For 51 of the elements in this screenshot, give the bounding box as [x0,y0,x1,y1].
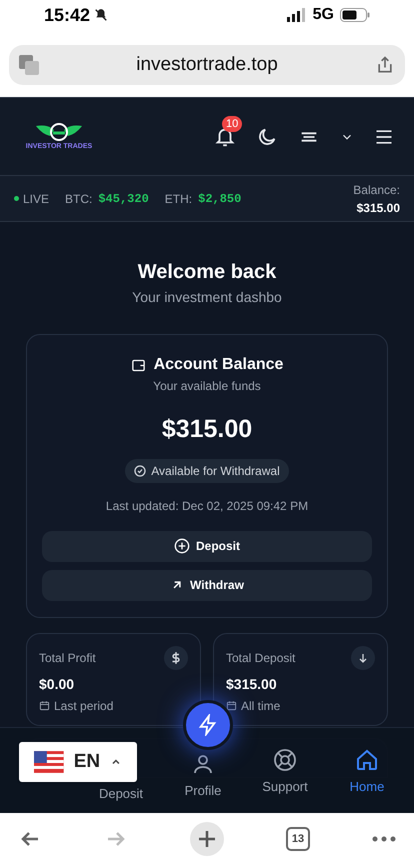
tab-count-button[interactable]: 13 [286,827,310,851]
stat-period: All time [241,698,280,714]
battery-icon [340,8,370,22]
nav-tab[interactable]: Support [244,748,326,796]
calendar-icon [39,700,50,711]
balance-amount: $315.00 [162,414,252,445]
clock-time: 15:42 [44,4,90,26]
balance-value: $315.00 [356,200,400,216]
withdrawal-badge: Available for Withdrawal [125,458,289,482]
new-tab-icon[interactable] [190,822,224,856]
lightning-icon [197,714,219,736]
home-icon [355,748,379,772]
last-updated-text: Last updated: Dec 02, 2025 09:42 PM [106,498,308,514]
more-icon[interactable] [372,836,396,842]
btc-price: $45,320 [98,190,149,208]
url-text: investortrade.top [136,52,278,77]
live-label: LIVE [23,190,50,208]
card-subtitle: Your available funds [153,378,261,395]
eth-label: ETH: [164,190,192,208]
signal-icon [286,8,307,22]
notification-badge: 10 [222,116,242,132]
language-selector[interactable]: EN [19,742,137,782]
nav-tab[interactable]: Profile [162,748,244,800]
flag-icon [34,751,64,773]
nav-tab[interactable]: Home [326,748,408,796]
welcome-subtitle: Your investment dashbo [132,288,282,307]
btc-label: BTC: [65,190,92,208]
network-label: 5G [312,5,334,25]
welcome-title: Welcome back [138,260,276,285]
deposit-button[interactable]: Deposit [42,530,372,562]
stat-value: $0.00 [39,674,76,694]
stat-period: Last period [54,698,114,714]
bell-off-icon [94,8,108,22]
stat-value: $315.00 [226,674,278,694]
logo-icon [36,120,82,142]
address-bar[interactable]: investortrade.top [9,45,405,85]
person-icon [191,752,215,776]
card-title: Account Balance [154,355,284,375]
calendar-icon [226,700,237,711]
wallet-icon [130,358,146,372]
eth-price: $2,850 [198,190,242,208]
nav-tab[interactable]: Deposit [80,784,162,804]
arrow-down-icon [351,646,375,670]
check-circle-icon [134,464,146,476]
stat-title: Total Profit [39,650,96,666]
withdraw-button[interactable]: Withdraw [42,570,372,600]
lifebuoy-icon [273,748,297,772]
balance-label: Balance: [353,182,400,198]
dollar-icon [164,646,188,670]
plus-circle-icon [174,538,190,554]
stat-title: Total Deposit [226,650,296,666]
